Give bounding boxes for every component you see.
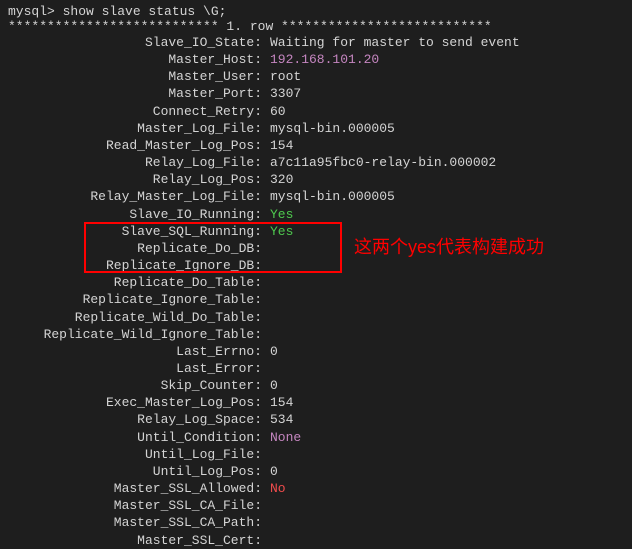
- field-label: Slave_IO_State:: [8, 34, 262, 51]
- status-row: Exec_Master_Log_Pos:154: [8, 394, 624, 411]
- status-row: Until_Log_Pos:0: [8, 463, 624, 480]
- status-row: Last_Error:: [8, 360, 624, 377]
- field-label: Relay_Log_Space:: [8, 411, 262, 428]
- field-value: [262, 240, 270, 257]
- field-value: None: [262, 429, 301, 446]
- field-value: 192.168.101.20: [262, 51, 379, 68]
- status-row: Slave_IO_State:Waiting for master to sen…: [8, 34, 624, 51]
- field-value: 0: [262, 377, 278, 394]
- field-label: Connect_Retry:: [8, 103, 262, 120]
- field-label: Until_Condition:: [8, 429, 262, 446]
- field-label: Replicate_Wild_Do_Table:: [8, 309, 262, 326]
- field-value: 3307: [262, 85, 301, 102]
- field-value: 0: [262, 463, 278, 480]
- field-value: mysql-bin.000005: [262, 188, 395, 205]
- field-label: Replicate_Do_Table:: [8, 274, 262, 291]
- status-row: Master_SSL_Allowed:No: [8, 480, 624, 497]
- field-label: Until_Log_File:: [8, 446, 262, 463]
- field-label: Last_Errno:: [8, 343, 262, 360]
- field-label: Exec_Master_Log_Pos:: [8, 394, 262, 411]
- field-label: Relay_Master_Log_File:: [8, 188, 262, 205]
- row-header: *************************** 1. row *****…: [8, 19, 624, 34]
- field-value: [262, 309, 270, 326]
- status-row: Master_SSL_CA_File:: [8, 497, 624, 514]
- field-value: No: [262, 480, 286, 497]
- field-value: [262, 446, 270, 463]
- field-label: Relay_Log_File:: [8, 154, 262, 171]
- field-value: 0: [262, 343, 278, 360]
- field-value: mysql-bin.000005: [262, 120, 395, 137]
- status-rows: Slave_IO_State:Waiting for master to sen…: [8, 34, 624, 549]
- field-value: 60: [262, 103, 286, 120]
- status-row: Relay_Log_Pos:320: [8, 171, 624, 188]
- field-label: Master_SSL_Cert:: [8, 532, 262, 549]
- field-value: [262, 291, 270, 308]
- status-row: Relay_Log_File:a7c11a95fbc0-relay-bin.00…: [8, 154, 624, 171]
- field-value: [262, 514, 270, 531]
- field-value: [262, 274, 270, 291]
- field-label: Replicate_Do_DB:: [8, 240, 262, 257]
- status-row: Master_SSL_CA_Path:: [8, 514, 624, 531]
- field-label: Master_SSL_CA_File:: [8, 497, 262, 514]
- field-label: Replicate_Ignore_Table:: [8, 291, 262, 308]
- field-label: Until_Log_Pos:: [8, 463, 262, 480]
- status-row: Skip_Counter:0: [8, 377, 624, 394]
- field-value: Waiting for master to send event: [262, 34, 520, 51]
- field-label: Slave_IO_Running:: [8, 206, 262, 223]
- status-row: Replicate_Ignore_DB:: [8, 257, 624, 274]
- status-row: Master_Port:3307: [8, 85, 624, 102]
- status-row: Slave_SQL_Running:Yes: [8, 223, 624, 240]
- field-value: [262, 326, 270, 343]
- field-value: Yes: [262, 223, 293, 240]
- status-row: Master_SSL_Cert:: [8, 532, 624, 549]
- field-value: 154: [262, 137, 293, 154]
- status-row: Replicate_Wild_Do_Table:: [8, 309, 624, 326]
- status-row: Master_User:root: [8, 68, 624, 85]
- field-value: Yes: [262, 206, 293, 223]
- status-row: Replicate_Do_DB:: [8, 240, 624, 257]
- status-row: Until_Log_File:: [8, 446, 624, 463]
- field-label: Master_Host:: [8, 51, 262, 68]
- status-row: Read_Master_Log_Pos:154: [8, 137, 624, 154]
- status-row: Replicate_Ignore_Table:: [8, 291, 624, 308]
- field-value: [262, 257, 270, 274]
- field-label: Master_Port:: [8, 85, 262, 102]
- field-label: Master_SSL_Allowed:: [8, 480, 262, 497]
- field-label: Master_SSL_CA_Path:: [8, 514, 262, 531]
- field-value: [262, 497, 270, 514]
- status-row: Replicate_Wild_Ignore_Table:: [8, 326, 624, 343]
- field-label: Master_Log_File:: [8, 120, 262, 137]
- field-label: Master_User:: [8, 68, 262, 85]
- status-row: Connect_Retry:60: [8, 103, 624, 120]
- field-label: Replicate_Ignore_DB:: [8, 257, 262, 274]
- field-value: [262, 532, 270, 549]
- mysql-prompt: mysql> show slave status \G;: [8, 4, 624, 19]
- status-row: Master_Host:192.168.101.20: [8, 51, 624, 68]
- status-row: Master_Log_File:mysql-bin.000005: [8, 120, 624, 137]
- status-row: Relay_Master_Log_File:mysql-bin.000005: [8, 188, 624, 205]
- field-value: root: [262, 68, 301, 85]
- field-value: 154: [262, 394, 293, 411]
- field-label: Replicate_Wild_Ignore_Table:: [8, 326, 262, 343]
- field-label: Relay_Log_Pos:: [8, 171, 262, 188]
- field-value: a7c11a95fbc0-relay-bin.000002: [262, 154, 496, 171]
- field-value: 320: [262, 171, 293, 188]
- field-value: [262, 360, 270, 377]
- status-row: Last_Errno:0: [8, 343, 624, 360]
- field-label: Last_Error:: [8, 360, 262, 377]
- field-label: Read_Master_Log_Pos:: [8, 137, 262, 154]
- field-label: Slave_SQL_Running:: [8, 223, 262, 240]
- status-row: Replicate_Do_Table:: [8, 274, 624, 291]
- status-row: Relay_Log_Space:534: [8, 411, 624, 428]
- field-label: Skip_Counter:: [8, 377, 262, 394]
- status-row: Until_Condition:None: [8, 429, 624, 446]
- status-row: Slave_IO_Running:Yes: [8, 206, 624, 223]
- field-value: 534: [262, 411, 293, 428]
